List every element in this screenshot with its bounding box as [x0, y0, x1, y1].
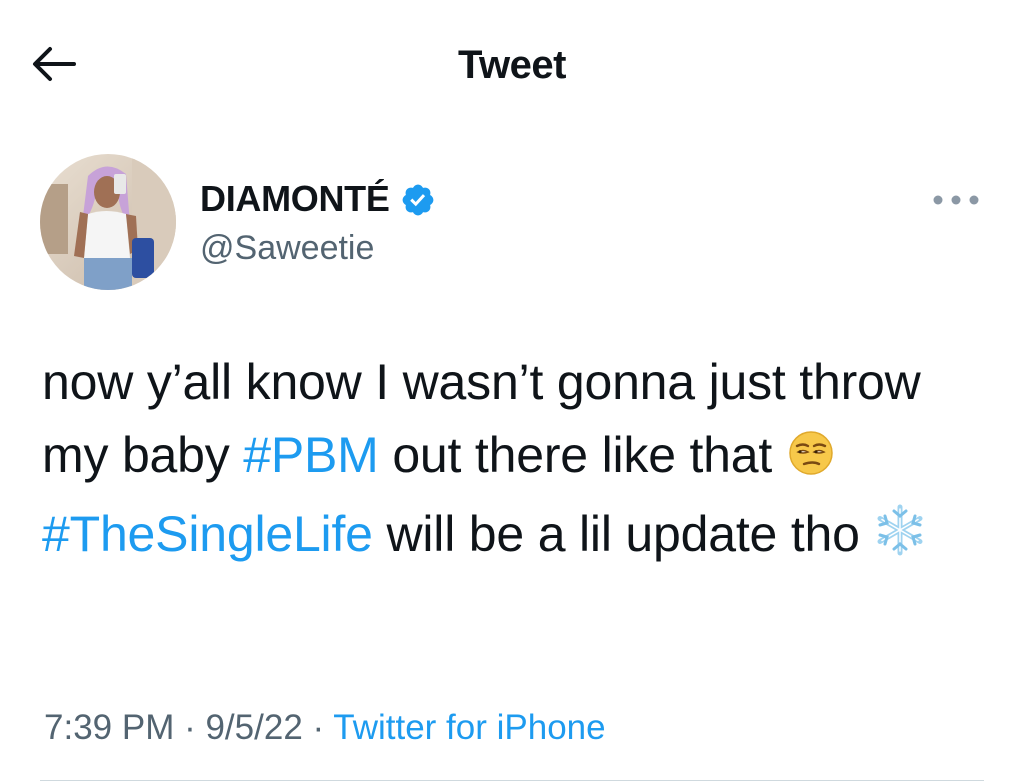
avatar-image	[40, 154, 176, 290]
more-horizontal-icon	[933, 195, 979, 205]
unamused-face-icon	[786, 425, 836, 498]
author-handle[interactable]: @Saweetie	[200, 226, 374, 270]
tweet-text-segment: will be a lil update tho	[372, 506, 874, 562]
snowflake-icon	[873, 503, 927, 577]
tweet-source-link[interactable]: Twitter for iPhone	[333, 708, 605, 747]
hashtag-link[interactable]: #PBM	[243, 427, 379, 483]
avatar[interactable]	[40, 154, 176, 290]
divider	[40, 780, 984, 781]
more-options-button[interactable]	[924, 180, 988, 220]
page-title: Tweet	[458, 43, 566, 87]
author-name-row[interactable]: DIAMONTÉ	[200, 176, 436, 222]
hashtag-link[interactable]: #TheSingleLife	[42, 506, 373, 562]
tweet-meta: 7:39 PM · 9/5/22 · Twitter for iPhone	[44, 706, 606, 750]
tweet-text-segment: out there like that	[378, 427, 786, 483]
tweet-text: now y’all know I wasn’t gonna just throw…	[42, 346, 972, 577]
separator-dot: ·	[302, 708, 334, 747]
tweet-detail-page: Tweet DIAMONTÉ @Saweetie now y’all know …	[0, 0, 1024, 784]
separator-dot: ·	[174, 708, 206, 747]
tweet-date[interactable]: 9/5/22	[205, 708, 302, 747]
tweet-time[interactable]: 7:39 PM	[44, 708, 174, 747]
author-name: DIAMONTÉ	[200, 178, 390, 219]
verified-badge-icon	[402, 184, 433, 216]
